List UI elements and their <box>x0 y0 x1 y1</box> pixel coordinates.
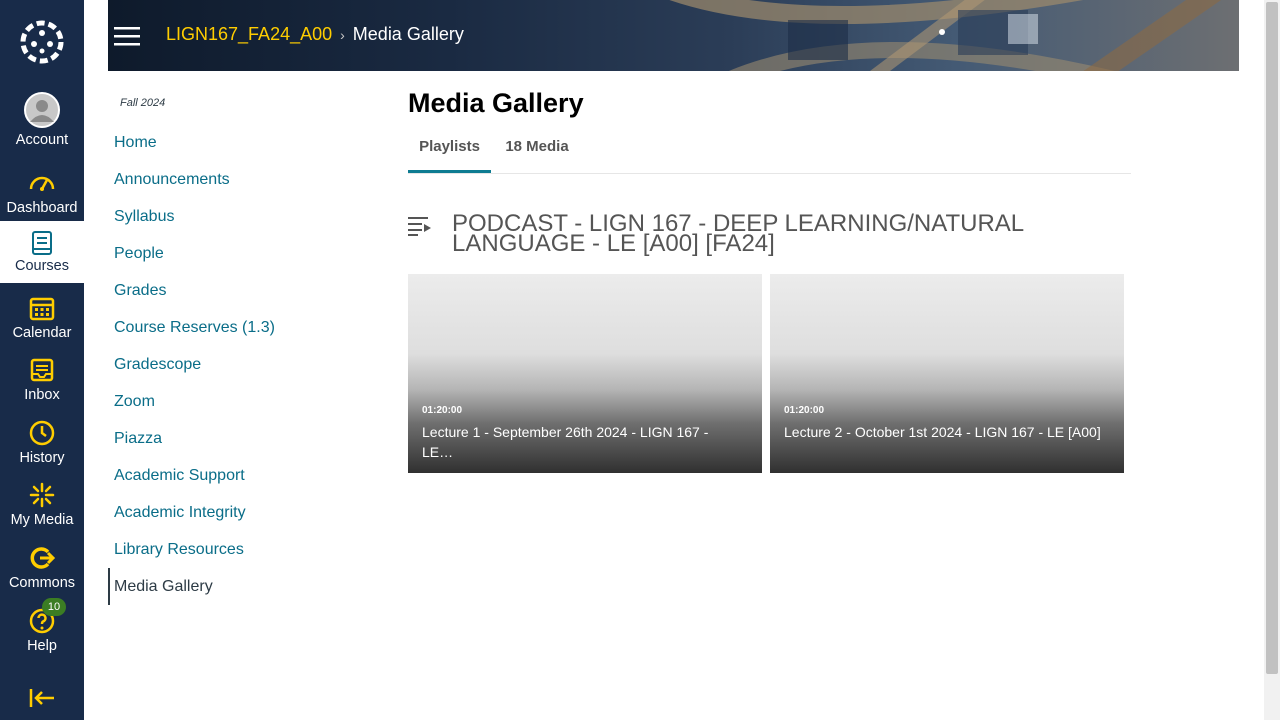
course-nav-library-resources[interactable]: Library Resources <box>108 531 358 568</box>
playlist-icon <box>408 217 431 236</box>
media-duration: 01:20:00 <box>784 405 825 416</box>
nav-account[interactable]: Account <box>0 88 84 150</box>
nav-label: Help <box>27 638 57 654</box>
collapse-nav-icon[interactable] <box>28 686 56 710</box>
avatar <box>24 92 60 128</box>
global-nav: Account Dashboard Courses Calendar Inbox… <box>0 0 84 720</box>
calendar-icon <box>29 297 55 321</box>
nav-label: Commons <box>8 575 76 591</box>
nav-courses[interactable]: Courses <box>0 221 84 283</box>
nav-label: History <box>19 450 65 466</box>
course-nav-course-reserves[interactable]: Course Reserves (1.3) <box>108 309 358 346</box>
nav-inbox[interactable]: Inbox <box>0 350 84 412</box>
media-duration: 01:20:00 <box>422 405 463 416</box>
breadcrumb: LIGN167_FA24_A00 › Media Gallery <box>166 24 464 45</box>
nav-label: My Media <box>10 512 74 528</box>
nav-label: Account <box>15 132 69 148</box>
nav-label: Inbox <box>24 387 60 403</box>
nav-calendar[interactable]: Calendar <box>0 288 84 350</box>
term-label: Fall 2024 <box>120 97 166 109</box>
commons-icon <box>30 547 56 569</box>
media-card[interactable]: 01:20:00 Lecture 2 - October 1st 2024 - … <box>770 274 1124 473</box>
nav-history[interactable]: History <box>0 413 84 475</box>
media-title[interactable]: Lecture 2 - October 1st 2024 - LIGN 167 … <box>784 422 1104 442</box>
page-title: Media Gallery <box>408 88 584 118</box>
nav-label: Dashboard <box>6 200 78 216</box>
scrollbar-thumb[interactable] <box>1266 2 1278 674</box>
nav-dashboard[interactable]: Dashboard <box>0 163 84 225</box>
ucsd-logo-icon[interactable] <box>20 20 64 64</box>
course-nav-syllabus[interactable]: Syllabus <box>108 198 358 235</box>
course-header-banner: LIGN167_FA24_A00 › Media Gallery <box>108 0 1239 71</box>
courses-icon <box>32 231 52 255</box>
inbox-icon <box>30 358 54 382</box>
tab-playlists[interactable]: Playlists <box>408 128 491 173</box>
course-nav-academic-integrity[interactable]: Academic Integrity <box>108 494 358 531</box>
media-card[interactable]: 01:20:00 Lecture 1 - September 26th 2024… <box>408 274 762 473</box>
breadcrumb-separator: › <box>340 27 345 43</box>
gallery-tabs: Playlists 18 Media <box>408 128 1131 174</box>
course-nav-piazza[interactable]: Piazza <box>108 420 358 457</box>
course-nav-academic-support[interactable]: Academic Support <box>108 457 358 494</box>
help-badge: 10 <box>42 598 66 616</box>
course-nav: Home Announcements Syllabus People Grade… <box>108 124 358 605</box>
course-nav-home[interactable]: Home <box>108 124 358 161</box>
media-title[interactable]: Lecture 1 - September 26th 2024 - LIGN 1… <box>422 422 742 462</box>
breadcrumb-course-link[interactable]: LIGN167_FA24_A00 <box>166 24 332 44</box>
course-nav-media-gallery[interactable]: Media Gallery <box>108 568 358 605</box>
course-nav-announcements[interactable]: Announcements <box>108 161 358 198</box>
tab-media[interactable]: 18 Media <box>499 128 575 173</box>
hamburger-menu-icon[interactable] <box>114 26 140 46</box>
nav-commons[interactable]: Commons <box>0 538 84 600</box>
playlist-title[interactable]: PODCAST - LIGN 167 - DEEP LEARNING/NATUR… <box>452 212 1112 256</box>
my-media-icon <box>29 482 55 508</box>
course-nav-gradescope[interactable]: Gradescope <box>108 346 358 383</box>
nav-label: Calendar <box>12 325 72 341</box>
dashboard-icon <box>29 176 55 191</box>
nav-my-media[interactable]: My Media <box>0 475 84 537</box>
breadcrumb-current: Media Gallery <box>352 24 464 44</box>
course-nav-people[interactable]: People <box>108 235 358 272</box>
course-nav-zoom[interactable]: Zoom <box>108 383 358 420</box>
history-icon <box>29 420 55 446</box>
nav-label: Courses <box>15 258 69 274</box>
page-scrollbar[interactable] <box>1264 0 1280 720</box>
course-nav-grades[interactable]: Grades <box>108 272 358 309</box>
